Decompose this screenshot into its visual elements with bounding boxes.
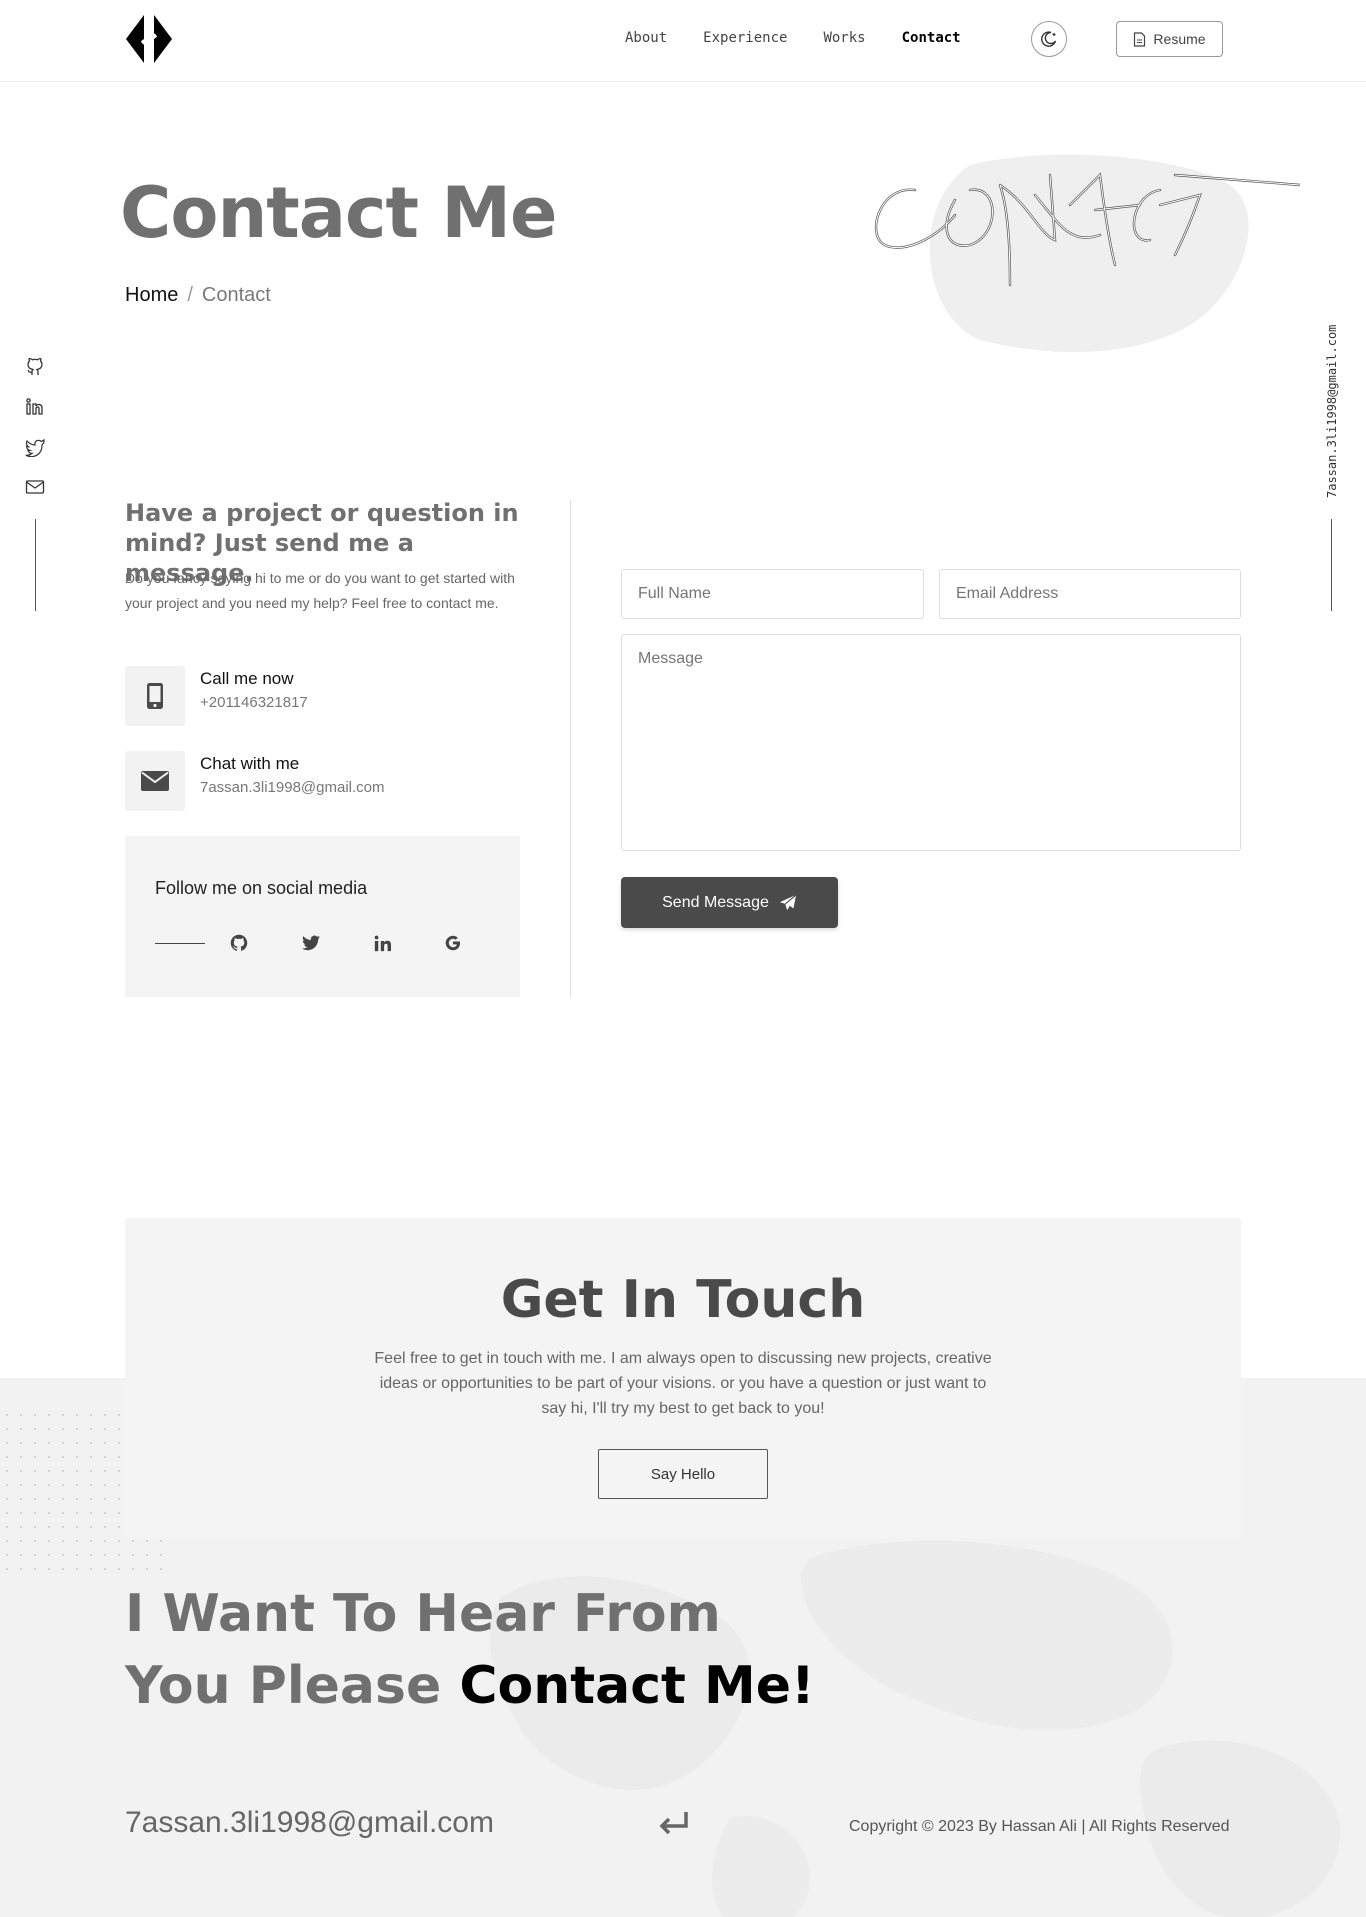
- message-textarea[interactable]: [621, 634, 1241, 851]
- send-message-label: Send Message: [662, 893, 769, 911]
- logo-icon[interactable]: [124, 13, 174, 65]
- follow-title: Follow me on social media: [155, 878, 368, 898]
- paper-plane-icon: [779, 893, 797, 910]
- side-divider-left: [35, 519, 36, 611]
- get-in-touch-title: Get In Touch: [500, 1270, 866, 1330]
- side-email-text: 7assan.3li1998@gmail.com: [1325, 324, 1339, 498]
- github-icon[interactable]: [24, 356, 46, 378]
- enter-arrow-icon: [656, 1806, 692, 1842]
- nav-contact[interactable]: Contact: [902, 30, 961, 46]
- say-hello-button[interactable]: Say Hello: [598, 1449, 768, 1499]
- breadcrumb-separator: /: [187, 284, 193, 306]
- moon-icon: [1041, 31, 1057, 47]
- main-nav: About Experience Works Contact: [625, 30, 997, 46]
- send-message-button[interactable]: Send Message: [621, 877, 838, 928]
- side-email-vertical[interactable]: 7assan.3li1998@gmail.com: [1322, 310, 1342, 500]
- footer-heading-line2: You Please: [125, 1656, 460, 1716]
- contact-description: Do you fancy saying hi to me or do you w…: [125, 570, 515, 611]
- footer-email-link[interactable]: 7assan.3li1998@gmail.com: [125, 1806, 494, 1840]
- linkedin-icon[interactable]: [371, 932, 393, 954]
- full-name-input[interactable]: [621, 569, 924, 619]
- twitter-icon[interactable]: [300, 932, 322, 954]
- follow-social-box: Follow me on social media: [125, 836, 520, 997]
- footer-heading-emphasis: Contact Me!: [459, 1656, 815, 1716]
- chat-email-link[interactable]: 7assan.3li1998@gmail.com: [200, 779, 385, 796]
- side-social-bar: [23, 356, 47, 498]
- call-title: Call me now: [200, 669, 294, 688]
- linkedin-icon[interactable]: [24, 396, 46, 418]
- resume-button[interactable]: Resume: [1116, 21, 1223, 57]
- breadcrumb: Home / Contact: [125, 284, 271, 307]
- nav-about[interactable]: About: [625, 30, 667, 46]
- phone-icon: [125, 666, 185, 726]
- github-icon[interactable]: [228, 932, 250, 954]
- chat-info: Chat with me 7assan.3li1998@gmail.com: [125, 751, 525, 811]
- phone-number-link[interactable]: +201146321817: [200, 694, 308, 711]
- copyright-text: Copyright © 2023 By Hassan Ali | All Rig…: [849, 1818, 1230, 1835]
- follow-divider: [155, 943, 205, 944]
- contact-signature-illustration: [860, 145, 1302, 365]
- side-divider-right: [1331, 519, 1332, 611]
- envelope-icon: [125, 751, 185, 811]
- email-input[interactable]: [939, 569, 1241, 619]
- breadcrumb-current: Contact: [201, 284, 271, 306]
- resume-label: Resume: [1153, 31, 1206, 47]
- footer-heading: I Want To Hear From You Please Contact M…: [125, 1578, 815, 1722]
- breadcrumb-home-link[interactable]: Home: [125, 284, 178, 306]
- get-in-touch-panel: Get In Touch Feel free to get in touch w…: [125, 1218, 1241, 1538]
- google-icon[interactable]: [442, 932, 464, 954]
- nav-experience[interactable]: Experience: [703, 30, 787, 46]
- chat-title: Chat with me: [200, 754, 300, 773]
- document-icon: [1134, 31, 1146, 47]
- footer-heading-line1: I Want To Hear From: [125, 1584, 721, 1644]
- site-header: About Experience Works Contact Resume: [0, 0, 1366, 82]
- theme-toggle-button[interactable]: [1031, 21, 1067, 57]
- get-in-touch-description: Feel free to get in touch with me. I am …: [374, 1350, 992, 1417]
- twitter-icon[interactable]: [24, 436, 46, 458]
- mail-icon[interactable]: [24, 476, 46, 498]
- section-divider: [570, 500, 571, 997]
- page-title: Contact Me: [120, 172, 557, 254]
- nav-works[interactable]: Works: [823, 30, 865, 46]
- call-info: Call me now +201146321817: [125, 666, 525, 726]
